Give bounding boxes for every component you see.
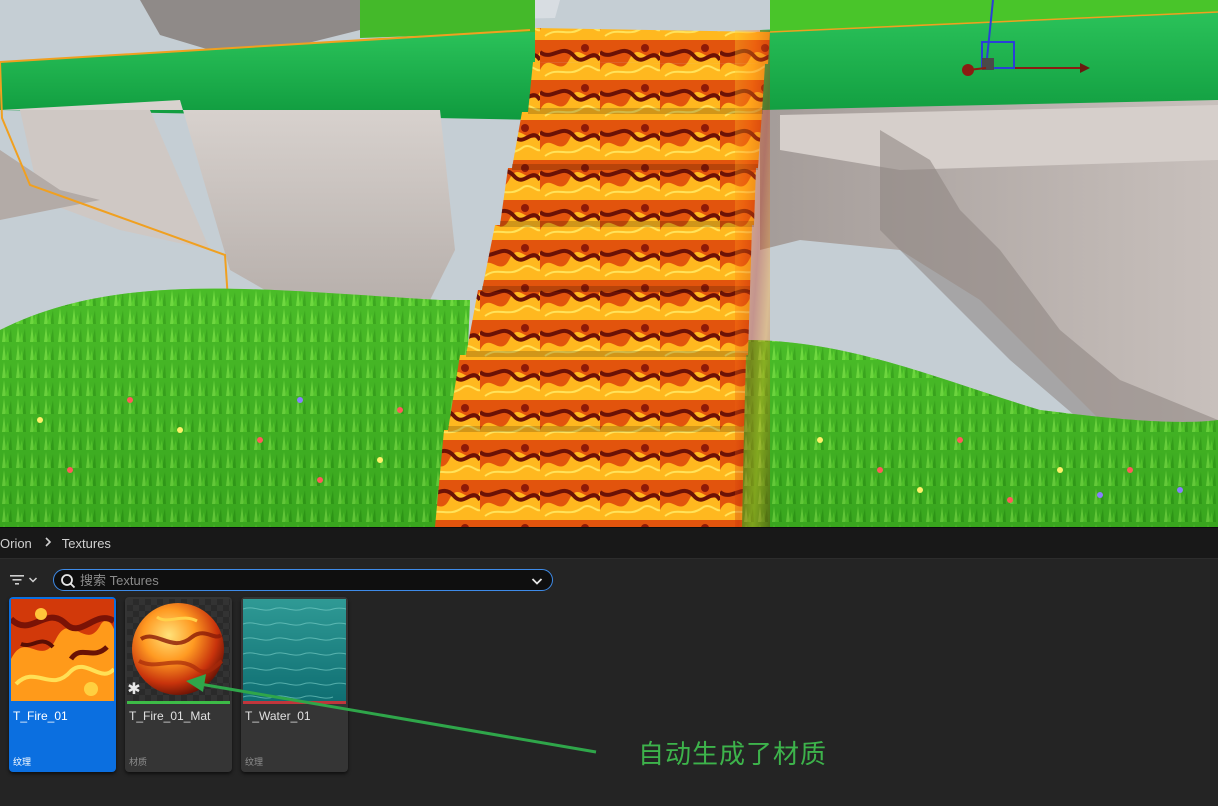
annotation-label: 自动生成了材质	[638, 740, 828, 770]
breadcrumb-item-textures[interactable]: Textures	[58, 536, 117, 551]
texture-thumbnail	[243, 599, 346, 702]
search-history-chevron-icon[interactable]	[530, 574, 544, 588]
asset-type-label: 纹理	[13, 758, 32, 768]
asset-tile-t-water-01[interactable]: T_Water_01 纹理	[241, 597, 348, 772]
asset-name: T_Fire_01	[13, 709, 68, 723]
level-viewport[interactable]	[0, 0, 1218, 527]
asset-type-label: 纹理	[245, 758, 264, 768]
asset-tile-t-fire-01[interactable]: T_Fire_01 纹理	[9, 597, 116, 772]
filter-button[interactable]	[9, 570, 45, 590]
breadcrumb: Orion Textures	[0, 527, 1218, 559]
asterisk-icon: ✱	[127, 679, 141, 698]
asset-name: T_Fire_01_Mat	[129, 709, 211, 723]
search-icon	[61, 574, 76, 589]
filter-icon	[10, 575, 24, 585]
breadcrumb-item-orion[interactable]: Orion	[0, 536, 38, 551]
viewport-scene	[0, 0, 1218, 527]
chevron-right-icon	[38, 536, 58, 551]
search-box[interactable]	[53, 569, 553, 591]
asset-type-underline	[11, 701, 114, 704]
asset-type-underline	[243, 701, 346, 704]
chevron-down-icon	[28, 577, 38, 583]
asset-name: T_Water_01	[245, 709, 311, 723]
material-thumbnail	[127, 599, 230, 702]
content-browser: T_Fire_01 纹理	[0, 559, 1218, 806]
search-input[interactable]	[80, 571, 520, 589]
asset-type-label: 材质	[129, 758, 148, 768]
texture-thumbnail	[11, 599, 114, 702]
asset-type-underline	[127, 701, 230, 704]
asset-tile-t-fire-01-mat[interactable]: ✱ T_Fire_01_Mat 材质	[125, 597, 232, 772]
